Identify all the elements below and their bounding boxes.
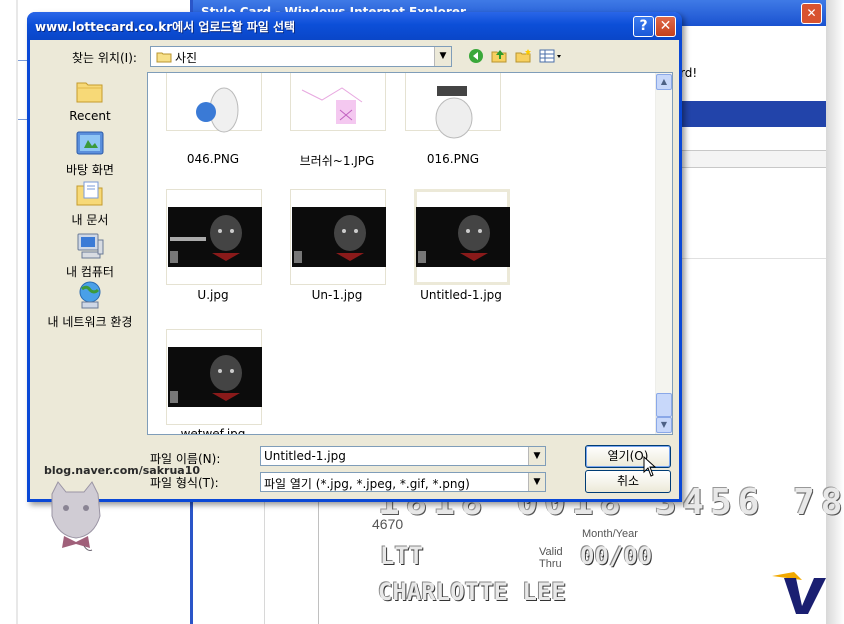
file-name[interactable]: wetwef.jpg [154,427,272,434]
divider [264,496,265,624]
place-label: 내 네트워크 환경 [47,315,133,329]
up-folder-icon[interactable] [490,48,510,66]
file-name[interactable]: 046.PNG [154,152,272,166]
place-my-documents[interactable]: 내 문서 [36,178,144,228]
place-label: 바탕 화면 [66,163,114,177]
file-name[interactable]: Un-1.jpg [278,288,396,302]
file-type-value: 파일 열기 (*.jpg, *.jpeg, *.gif, *.png) [264,477,470,491]
left-edge [16,0,18,624]
file-type-label: 파일 형식(T): [150,476,219,490]
file-name-value: Untitled-1.jpg [264,449,346,463]
file-thumbnail[interactable] [166,189,262,285]
file-list[interactable]: 046.PNG 브러쉬~1.JPG 016.PNG U.jpg Un-1.jpg… [147,72,673,435]
places-bar: Recent 바탕 화면 내 문서 내 컴퓨터 내 네트워크 환경 blog.n… [36,72,200,551]
card-code: LTT [380,542,424,570]
new-folder-icon[interactable] [514,48,534,66]
back-icon[interactable] [466,48,486,66]
card-expiry: 00/00 [580,542,653,570]
place-label: 내 컴퓨터 [66,265,114,279]
dialog-titlebar[interactable]: www.lottecard.co.kr에서 업로드할 파일 선택 ? ✕ [27,12,682,40]
help-button[interactable]: ? [633,16,654,37]
file-thumbnail[interactable] [290,189,386,285]
scroll-down-icon[interactable]: ▼ [656,417,672,433]
month-year-label: Month/Year [582,528,638,540]
background-window-left [0,0,30,160]
background-close-button[interactable]: ✕ [801,3,822,24]
look-in-value: 사진 [175,51,198,65]
cancel-button[interactable]: 취소 [585,470,671,493]
chevron-down-icon[interactable]: ▼ [434,47,451,66]
close-button[interactable]: ✕ [655,16,676,37]
file-name-label: 파일 이름(N): [150,452,221,466]
window-shadow [826,0,844,624]
cat-image [292,207,386,267]
file-name[interactable]: 016.PNG [394,152,512,166]
file-thumbnail-selected[interactable] [414,189,510,285]
background-card-text: rd! [680,66,698,80]
scroll-thumb[interactable] [656,393,672,417]
mouse-cursor-icon [643,456,657,477]
place-desktop[interactable]: 바탕 화면 [36,128,144,178]
place-label: 내 문서 [71,213,109,227]
chevron-down-icon[interactable]: ▼ [528,473,545,491]
my-documents-icon [74,178,106,210]
file-thumbnail[interactable] [166,329,262,425]
file-thumbnail[interactable] [290,73,386,131]
file-name[interactable]: 브러쉬~1.JPG [278,152,396,169]
cat-image [416,207,510,267]
place-recent[interactable]: Recent [36,76,144,123]
card-number-prefix: 4670 [372,516,404,532]
card-holder-name: CHARLOTTE LEE [378,578,566,606]
open-button[interactable]: 열기(O) [585,445,671,468]
look-in-label: 찾는 위치(I): [72,51,137,65]
file-name[interactable]: U.jpg [154,288,272,302]
network-places-icon [74,280,106,312]
valid-thru-label: Valid Thru [539,546,577,570]
person-figure-icon [435,86,473,139]
file-name-field[interactable]: Untitled-1.jpg ▼ [260,446,546,466]
recent-folder-icon [74,76,106,108]
cat-image [168,207,262,267]
cat-image [168,347,262,407]
look-in-dropdown[interactable]: 사진 ▼ [150,46,452,67]
folder-icon [156,51,172,66]
file-thumbnail[interactable] [405,73,501,139]
divider [680,258,826,259]
view-menu-icon[interactable] [538,48,564,66]
file-open-dialog: www.lottecard.co.kr에서 업로드할 파일 선택 ? ✕ 찾는 … [27,12,682,551]
visa-logo [772,566,826,614]
scroll-up-icon[interactable]: ▲ [656,74,672,90]
cat-watermark-image [44,476,110,558]
brush-image-icon [301,87,363,124]
chevron-down-icon[interactable]: ▼ [528,447,545,465]
vertical-scrollbar[interactable]: ▲ ▼ [655,73,672,434]
place-network[interactable]: 내 네트워크 환경 [36,280,144,330]
file-type-dropdown[interactable]: 파일 열기 (*.jpg, *.jpeg, *.gif, *.png) ▼ [260,472,546,492]
my-computer-icon [74,230,106,262]
file-thumbnail[interactable] [166,73,262,133]
divider [318,496,319,624]
person-globe-icon [196,87,239,133]
place-my-computer[interactable]: 내 컴퓨터 [36,230,144,280]
dialog-title: www.lottecard.co.kr에서 업로드할 파일 선택 [35,20,296,34]
place-label: Recent [69,109,111,123]
desktop-icon [74,128,106,160]
file-name[interactable]: Untitled-1.jpg [402,288,520,302]
valid-thru-text: Valid Thru [539,546,563,570]
